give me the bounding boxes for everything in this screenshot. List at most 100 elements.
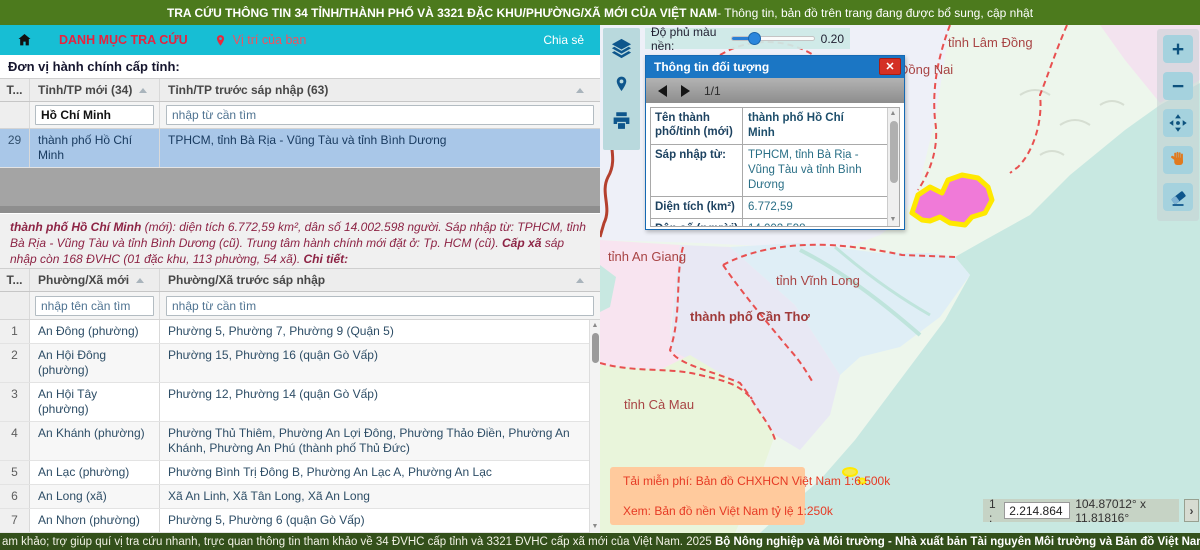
print-button[interactable] xyxy=(610,108,634,132)
layers-icon xyxy=(610,37,633,60)
footer-bar: am khảo; trợ giúp quí vị tra cứu nhanh, … xyxy=(0,533,1200,550)
ward-table-body: 1An Đông (phường)Phường 5, Phường 7, Phư… xyxy=(0,320,600,533)
popup-table: Tên thành phố/tỉnh (mới)thành phố Hồ Chí… xyxy=(651,108,887,227)
opacity-value: 0.20 xyxy=(821,32,844,46)
map-region: tỉnh Lâm ĐồngĐồng Naitỉnh An Giangtỉnh V… xyxy=(600,25,1200,533)
ward-col-new[interactable]: Phường/Xã mới xyxy=(30,269,160,291)
map-status-bar: 1 : 104.87012° x 11.81816° xyxy=(983,499,1179,522)
map-links-box: Tải miễn phí: Bản đồ CHXHCN Việt Nam 1:6… xyxy=(610,467,805,525)
province-filter-new-input[interactable] xyxy=(35,105,154,125)
sort-icon xyxy=(576,88,584,93)
table-row[interactable]: 7An Nhơn (phường)Phường 5, Phường 6 (quậ… xyxy=(0,509,600,533)
your-location-button[interactable]: Vị trí của bạn xyxy=(214,33,307,48)
ward-table-scrollbar[interactable]: ▲ ▼ xyxy=(589,320,600,533)
popup-info-row: Diện tích (km²)6.772,59 xyxy=(651,197,887,219)
table-row[interactable]: 5An Lạc (phường)Phường Bình Trị Đông B, … xyxy=(0,461,600,485)
row-ward-new: An Hội Đông (phường) xyxy=(30,344,160,382)
row-index: 3 xyxy=(0,383,30,421)
pan-button[interactable] xyxy=(1163,109,1193,137)
info-value: 14.002.598 xyxy=(743,219,887,227)
zoom-in-button[interactable]: + xyxy=(1163,35,1193,63)
locate-button[interactable] xyxy=(610,72,634,96)
cursor-coordinates: 104.87012° x 11.81816° xyxy=(1075,497,1173,525)
sort-icon xyxy=(576,278,584,283)
eraser-icon xyxy=(1168,187,1189,208)
row-index: 5 xyxy=(0,461,30,484)
share-button[interactable]: Chia sẻ xyxy=(543,33,584,47)
printer-icon xyxy=(611,110,632,131)
prev-page-icon[interactable] xyxy=(658,85,667,97)
scrollbar-thumb[interactable] xyxy=(890,121,898,183)
province-col-old[interactable]: Tỉnh/TP trước sáp nhập (63) xyxy=(160,79,600,101)
popup-pager: 1/1 xyxy=(646,78,904,103)
row-index: 29 xyxy=(0,129,30,167)
map-tools-right: + − xyxy=(1157,29,1199,221)
view-basemap-link[interactable]: Xem: Bản đồ nền Việt Nam tỷ lệ 1:250k xyxy=(618,504,797,518)
layers-button[interactable] xyxy=(610,36,634,60)
home-button[interactable] xyxy=(16,32,33,48)
footer-text: am khảo; trợ giúp quí vị tra cứu nhanh, … xyxy=(2,536,1200,548)
row-ward-new: An Đông (phường) xyxy=(30,320,160,343)
sort-asc-icon xyxy=(139,88,147,93)
page-title: TRA CỨU THÔNG TIN 34 TỈNH/THÀNH PHỐ VÀ 3… xyxy=(167,6,717,20)
scroll-up-icon[interactable]: ▲ xyxy=(590,321,600,331)
row-ward-old: Phường 15, Phường 16 (quận Gò Vấp) xyxy=(160,344,600,382)
row-ward-old: Phường 5, Phường 7, Phường 9 (Quận 5) xyxy=(160,320,600,343)
ward-filter-new-input[interactable] xyxy=(35,296,154,316)
ward-filter-old-input[interactable] xyxy=(166,296,594,316)
scrollbar-thumb[interactable] xyxy=(592,333,599,363)
feature-info-popup: Thông tin đối tượng ✕ 1/1 Tên thành phố/… xyxy=(645,55,905,230)
opacity-label: Độ phủ màu nền: xyxy=(651,25,725,53)
row-index: 6 xyxy=(0,485,30,508)
pan-hand-button[interactable] xyxy=(1163,146,1193,174)
info-label: Tên thành phố/tỉnh (mới) xyxy=(651,108,743,144)
province-description: thành phố Hồ Chí Minh (mới): diện tích 6… xyxy=(0,214,600,268)
province-filter-index-cell xyxy=(0,102,30,128)
home-icon xyxy=(16,32,33,48)
zoom-out-button[interactable]: − xyxy=(1163,72,1193,100)
province-col-index[interactable]: T... xyxy=(0,79,30,101)
next-page-icon[interactable] xyxy=(681,85,690,97)
province-filter-old-input[interactable] xyxy=(166,105,594,125)
table-row[interactable]: 2An Hội Đông (phường)Phường 15, Phường 1… xyxy=(0,344,600,383)
grid-empty-area xyxy=(0,168,600,206)
ward-table: T... Phường/Xã mới Phường/Xã trước sáp n… xyxy=(0,268,600,533)
row-ward-old: Xã An Linh, Xã Tân Long, Xã An Long xyxy=(160,485,600,508)
page-subtitle: - Thông tin, bản đồ trên trang đang được… xyxy=(717,6,1033,20)
info-label: Sáp nhập từ: xyxy=(651,145,743,196)
row-ward-old: Phường Thủ Thiêm, Phường An Lợi Đông, Ph… xyxy=(160,422,600,460)
info-value: TPHCM, tỉnh Bà Rịa - Vũng Tàu và tỉnh Bì… xyxy=(743,145,887,196)
slider-handle[interactable] xyxy=(748,32,761,45)
table-row-selected[interactable]: 29 thành phố Hồ Chí Minh TPHCM, tỉnh Bà … xyxy=(0,129,600,168)
download-map-link[interactable]: Tải miễn phí: Bản đồ CHXHCN Việt Nam 1:6… xyxy=(618,474,797,488)
menu-danh-muc-tra-cuu[interactable]: DANH MỤC TRA CỨU xyxy=(59,33,188,47)
popup-title-bar[interactable]: Thông tin đối tượng ✕ xyxy=(646,56,904,78)
popup-scrollbar[interactable]: ▲ ▼ xyxy=(887,108,899,226)
page-indicator: 1/1 xyxy=(704,84,721,98)
scale-input[interactable] xyxy=(1004,502,1070,519)
your-location-label: Vị trí của bạn xyxy=(233,33,307,47)
province-col-new[interactable]: Tỉnh/TP mới (34) xyxy=(30,79,160,101)
erase-button[interactable] xyxy=(1163,183,1193,211)
row-ward-new: An Long (xã) xyxy=(30,485,160,508)
ward-col-index[interactable]: T... xyxy=(0,269,30,291)
grid-scrollbar-track[interactable] xyxy=(0,206,600,213)
scroll-down-icon[interactable]: ▼ xyxy=(590,522,600,532)
scroll-up-icon[interactable]: ▲ xyxy=(888,109,898,119)
popup-info-row: Sáp nhập từ:TPHCM, tỉnh Bà Rịa - Vũng Tà… xyxy=(651,145,887,197)
page-title-bar: TRA CỨU THÔNG TIN 34 TỈNH/THÀNH PHỐ VÀ 3… xyxy=(0,0,1200,25)
opacity-slider[interactable] xyxy=(731,36,815,41)
table-row[interactable]: 4An Khánh (phường)Phường Thủ Thiêm, Phườ… xyxy=(0,422,600,461)
map-pin-icon xyxy=(613,74,630,94)
ward-col-old[interactable]: Phường/Xã trước sáp nhập xyxy=(160,269,600,291)
table-row[interactable]: 6An Long (xã)Xã An Linh, Xã Tân Long, Xã… xyxy=(0,485,600,509)
table-row[interactable]: 1An Đông (phường)Phường 5, Phường 7, Phư… xyxy=(0,320,600,344)
province-section-heading: Đơn vị hành chính cấp tỉnh: xyxy=(8,59,180,74)
row-ward-old: Phường 5, Phường 6 (quận Gò Vấp) xyxy=(160,509,600,532)
close-button[interactable]: ✕ xyxy=(879,58,901,75)
basemap-opacity-control: Độ phủ màu nền: 0.20 xyxy=(645,28,850,49)
status-bar-expand-button[interactable]: › xyxy=(1184,499,1199,522)
scroll-down-icon[interactable]: ▼ xyxy=(888,215,898,225)
popup-info-row: Tên thành phố/tỉnh (mới)thành phố Hồ Chí… xyxy=(651,108,887,145)
table-row[interactable]: 3An Hội Tây (phường)Phường 12, Phường 14… xyxy=(0,383,600,422)
